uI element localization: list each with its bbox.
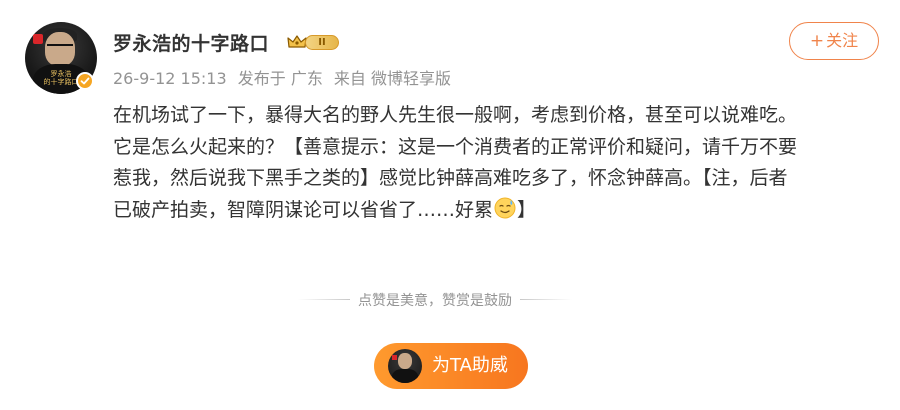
- avatar-glasses: [47, 44, 73, 52]
- follow-button[interactable]: + 关注: [789, 22, 879, 60]
- level-badge[interactable]: II: [287, 32, 341, 52]
- post-body: 在机场试了一下，暴得大名的野人先生很一般啊，考虑到价格，甚至可以说难吃。 它是怎…: [113, 100, 883, 226]
- divider-right: [520, 299, 572, 300]
- verified-icon: [76, 72, 94, 90]
- post-time[interactable]: 26-9-12 15:13: [113, 69, 227, 88]
- cheer-avatar: [388, 349, 422, 383]
- post-location: 发布于 广东: [237, 69, 323, 88]
- divider-left: [298, 299, 350, 300]
- cheer-avatar-shirt: [392, 369, 418, 383]
- post-line-last: 已破产拍卖，智障阴谋论可以省省了……好累 】: [113, 195, 883, 227]
- crown-icon: [287, 35, 307, 48]
- cheer-avatar-logo-icon: [392, 355, 397, 360]
- post-line: 在机场试了一下，暴得大名的野人先生很一般啊，考虑到价格，甚至可以说难吃。: [113, 104, 798, 126]
- reward-hint: 点赞是美意，赞赏是鼓励: [358, 293, 512, 309]
- sweat-smile-emoji-icon: [494, 197, 516, 218]
- avatar-logo-icon: [33, 34, 43, 44]
- author-name[interactable]: 罗永浩的十字路口: [113, 29, 269, 56]
- post-line: 它是怎么火起来的？【善意提示：这是一个消费者的正常评价和疑问，请千万不要: [113, 135, 798, 158]
- follow-button-label: 关注: [826, 31, 859, 50]
- cheer-button-label: 为TA助威: [432, 355, 508, 376]
- cheer-avatar-face: [398, 353, 412, 369]
- post-source[interactable]: 来自 微博轻享版: [334, 69, 451, 88]
- post-line-suffix: 】: [517, 198, 537, 221]
- post-meta: 26-9-12 15:13 发布于 广东 来自 微博轻享版: [113, 65, 457, 89]
- plus-icon: +: [809, 31, 825, 51]
- post-line-text: 已破产拍卖，智障阴谋论可以省省了……好累: [113, 198, 494, 221]
- level-badge-label: II: [305, 35, 339, 50]
- cheer-button[interactable]: 为TA助威: [374, 343, 528, 389]
- post-line: 惹我，然后说我下黑手之类的】感觉比钟薛高难吃多了，怀念钟薛高。【注，后者: [113, 167, 788, 189]
